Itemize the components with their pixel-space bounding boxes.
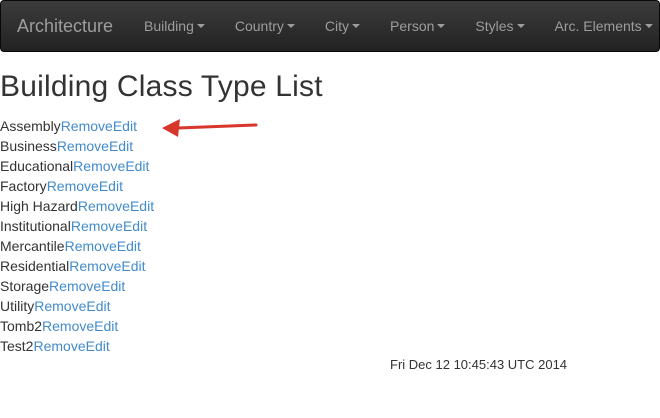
nav-item-arc-elements[interactable]: Arc. Elements	[540, 1, 660, 51]
brand-link[interactable]: Architecture	[17, 16, 113, 37]
caret-down-icon	[196, 24, 205, 28]
caret-down-icon	[644, 24, 653, 28]
edit-link[interactable]: Edit	[86, 298, 110, 314]
server-timestamp: Fri Dec 12 10:45:43 UTC 2014	[390, 357, 568, 372]
annotation-arrow-icon	[162, 119, 258, 137]
list-item: StorageRemoveEdit	[0, 276, 154, 296]
remove-link[interactable]: Remove	[78, 198, 130, 214]
remove-link[interactable]: Remove	[61, 118, 113, 134]
remove-link[interactable]: Remove	[69, 258, 121, 274]
nav-item-label: Country	[234, 18, 284, 34]
remove-link[interactable]: Remove	[42, 318, 94, 334]
edit-link[interactable]: Edit	[130, 198, 154, 214]
caret-down-icon	[437, 24, 446, 28]
edit-link[interactable]: Edit	[117, 238, 141, 254]
nav-item-country[interactable]: Country	[220, 1, 310, 51]
item-name: Business	[0, 138, 57, 154]
list-item: UtilityRemoveEdit	[0, 296, 154, 316]
list-item: EducationalRemoveEdit	[0, 156, 154, 176]
item-name: High Hazard	[0, 198, 78, 214]
edit-link[interactable]: Edit	[94, 318, 118, 334]
list-item: FactoryRemoveEdit	[0, 176, 154, 196]
list-item: High HazardRemoveEdit	[0, 196, 154, 216]
remove-link[interactable]: Remove	[65, 238, 117, 254]
remove-link[interactable]: Remove	[47, 178, 99, 194]
remove-link[interactable]: Remove	[34, 298, 86, 314]
edit-link[interactable]: Edit	[109, 138, 133, 154]
caret-down-icon	[516, 24, 525, 28]
list-item: BusinessRemoveEdit	[0, 136, 154, 156]
item-name: Tomb2	[0, 318, 43, 334]
nav-menu: Building Country City Person Styles Arc.…	[129, 1, 660, 51]
remove-link[interactable]: Remove	[57, 138, 109, 154]
remove-link[interactable]: Remove	[33, 338, 85, 354]
nav-item-label: Person	[390, 18, 435, 34]
item-name: Educational	[0, 158, 74, 174]
edit-link[interactable]: Edit	[125, 158, 149, 174]
edit-link[interactable]: Edit	[99, 178, 123, 194]
nav-item-person[interactable]: Person	[375, 1, 460, 51]
item-name: Utility	[0, 298, 35, 314]
nav-item-label: Arc. Elements	[554, 18, 642, 34]
list-item: ResidentialRemoveEdit	[0, 256, 154, 276]
item-name: Institutional	[0, 218, 71, 234]
list-item: MercantileRemoveEdit	[0, 236, 154, 256]
remove-link[interactable]: Remove	[49, 278, 101, 294]
caret-down-icon	[352, 24, 361, 28]
remove-link[interactable]: Remove	[73, 158, 125, 174]
nav-item-label: City	[324, 18, 350, 34]
item-name: Factory	[0, 178, 47, 194]
nav-item-building[interactable]: Building	[129, 1, 220, 51]
edit-link[interactable]: Edit	[121, 258, 145, 274]
item-name: Residential	[0, 258, 70, 274]
edit-link[interactable]: Edit	[123, 218, 147, 234]
nav-item-label: Styles	[475, 18, 514, 34]
remove-link[interactable]: Remove	[71, 218, 123, 234]
nav-item-city[interactable]: City	[310, 1, 375, 51]
building-class-list: AssemblyRemoveEdit BusinessRemoveEdit Ed…	[0, 116, 154, 356]
item-name: Test2	[0, 338, 34, 354]
nav-item-styles[interactable]: Styles	[460, 1, 539, 51]
list-item: Test2RemoveEdit	[0, 336, 154, 356]
navbar: Architecture Building Country City Perso…	[0, 0, 660, 52]
edit-link[interactable]: Edit	[101, 278, 125, 294]
edit-link[interactable]: Edit	[113, 118, 137, 134]
nav-item-label: Building	[144, 18, 194, 34]
item-name: Mercantile	[0, 238, 65, 254]
list-item: AssemblyRemoveEdit	[0, 116, 154, 136]
edit-link[interactable]: Edit	[86, 338, 110, 354]
list-item: InstitutionalRemoveEdit	[0, 216, 154, 236]
list-item: Tomb2RemoveEdit	[0, 316, 154, 336]
item-name: Storage	[0, 278, 50, 294]
page-title: Building Class Type List	[0, 70, 323, 103]
item-name: Assembly	[0, 118, 61, 134]
caret-down-icon	[286, 24, 295, 28]
